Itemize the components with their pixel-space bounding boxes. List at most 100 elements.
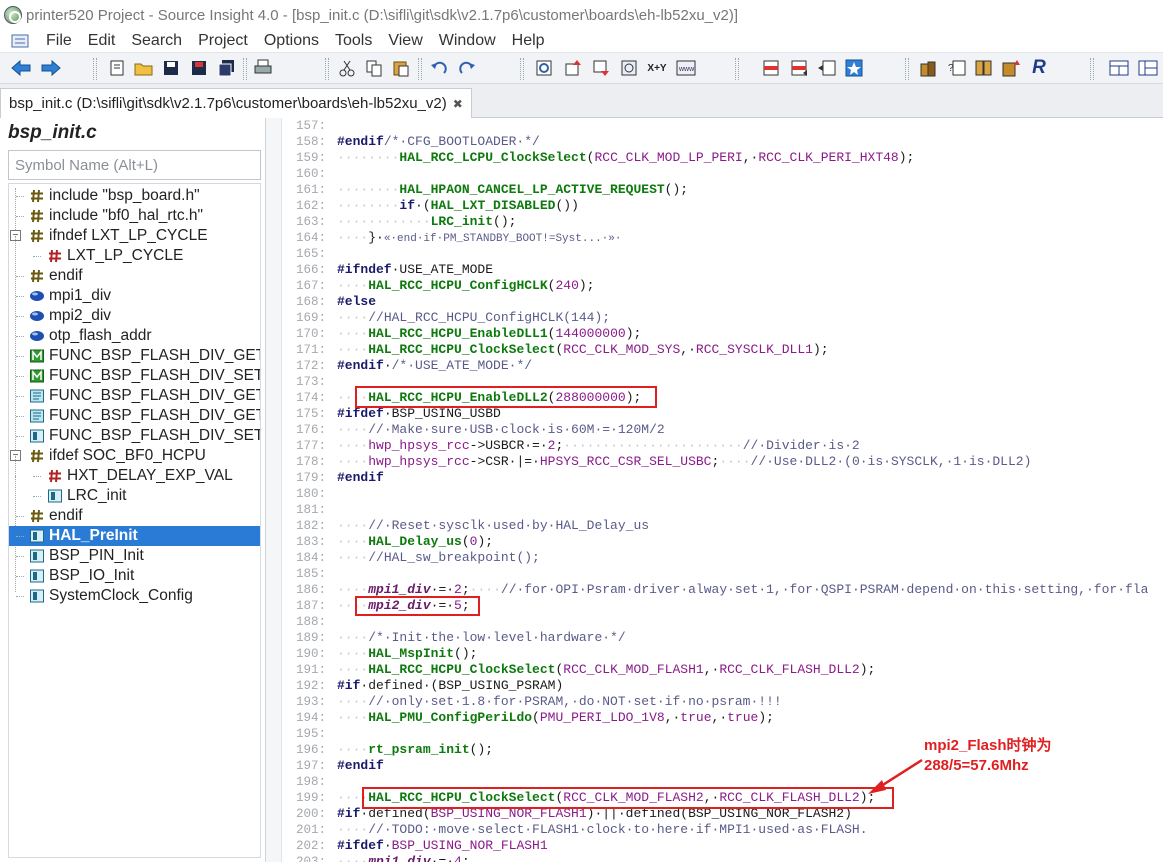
search-files-icon[interactable] (533, 57, 555, 79)
bookmark-next-icon[interactable] (788, 57, 810, 79)
copy-icon[interactable] (363, 57, 385, 79)
menu-edit[interactable]: Edit (80, 32, 124, 50)
symbol-item-label: FUNC_BSP_FLASH_DIV_GET (49, 387, 261, 404)
code-line[interactable]: #ifndef·USE_ATE_MODE (337, 262, 493, 278)
symbol-item[interactable]: − ifndef LXT_LP_CYCLE (9, 226, 260, 246)
cut-icon[interactable] (336, 57, 358, 79)
code-line[interactable]: ····HAL_RCC_HCPU_ClockSelect(RCC_CLK_MOD… (337, 342, 829, 358)
code-line[interactable]: ········if·(HAL_LXT_DISABLED()) (337, 198, 579, 214)
line-number: 178: (295, 455, 326, 469)
print-icon[interactable] (252, 57, 274, 79)
symbol-item[interactable]: otp_flash_addr (9, 326, 260, 346)
code-line[interactable]: ····hwp_hpsys_rcc->USBCR·=·2;···········… (337, 438, 860, 454)
code-line[interactable]: #endif (337, 758, 384, 774)
code-line[interactable]: ····/*·Init·the·low·level·hardware·*/ (337, 630, 626, 646)
relation-icon[interactable] (1000, 57, 1022, 79)
tab-bsp-init-c[interactable]: bsp_init.c (D:\sifli\git\sdk\v2.1.7p6\cu… (0, 88, 472, 118)
code-line[interactable]: ····//·only·set·1.8·for·PSRAM,·do·NOT·se… (337, 694, 782, 710)
lookup-icon[interactable] (618, 57, 640, 79)
symbol-search-input[interactable] (8, 150, 261, 180)
symbol-item[interactable]: HXT_DELAY_EXP_VAL (9, 456, 260, 486)
code-line[interactable]: ····//HAL_RCC_HCPU_ConfigHCLK(144); (337, 310, 610, 326)
symbol-item[interactable]: FUNC_BSP_FLASH_DIV_SET (9, 366, 260, 386)
code-line[interactable]: #endif·/*·USE_ATE_MODE·*/ (337, 358, 532, 374)
code-line[interactable]: ····//·Make·sure·USB·clock·is·60M·=·120M… (337, 422, 665, 438)
symbol-item[interactable]: BSP_IO_Init (9, 566, 260, 586)
star-icon[interactable] (843, 57, 865, 79)
code-line[interactable]: ············LRC_init(); (337, 214, 516, 230)
indent-icon[interactable] (816, 57, 838, 79)
project-icon[interactable] (918, 57, 940, 79)
menu-window[interactable]: Window (431, 32, 504, 50)
code-line[interactable]: ····HAL_Delay_us(0); (337, 534, 493, 550)
symbol-browser-icon[interactable] (973, 57, 995, 79)
back-arrow-icon[interactable] (10, 57, 32, 79)
save-all-icon[interactable] (216, 57, 238, 79)
symbol-item[interactable]: FUNC_BSP_FLASH_DIV_GET (9, 406, 260, 426)
paste-icon[interactable] (390, 57, 412, 79)
symbol-item[interactable]: include "bf0_hal_rtc.h" (9, 206, 260, 226)
code-line[interactable]: ····mpi1_div·=·4; (337, 854, 470, 862)
menu-file[interactable]: File (38, 32, 80, 50)
symbol-item[interactable]: mpi2_div (9, 306, 260, 326)
symbol-item[interactable]: HAL_PreInit (9, 526, 260, 546)
symbol-item[interactable]: FUNC_BSP_FLASH_DIV_GET (9, 346, 260, 366)
symbol-item[interactable]: endif (9, 506, 260, 526)
code-line[interactable]: ····//·TODO:·move·select·FLASH1·clock·to… (337, 822, 868, 838)
code-line[interactable]: #endif/*·CFG_BOOTLOADER·*/ (337, 134, 540, 150)
symbol-item[interactable]: LRC_init (9, 476, 260, 506)
symbol-item[interactable]: LXT_LP_CYCLE (9, 236, 260, 266)
code-line[interactable]: ····HAL_RCC_HCPU_ConfigHCLK(240); (337, 278, 594, 294)
symbol-item[interactable]: FUNC_BSP_FLASH_DIV_GET (9, 386, 260, 406)
symbol-item[interactable]: − ifdef SOC_BF0_HCPU (9, 446, 260, 466)
code-line[interactable]: ····hwp_hpsys_rcc->CSR·|=·HPSYS_RCC_CSR_… (337, 454, 1031, 470)
symbol-item-label: FUNC_BSP_FLASH_DIV_GET (49, 407, 261, 424)
symbol-item[interactable]: endif (9, 266, 260, 286)
code-line[interactable]: ····//HAL_sw_breakpoint(); (337, 550, 540, 566)
save-icon[interactable] (160, 57, 182, 79)
code-line[interactable]: #ifdef·BSP_USING_USBD (337, 406, 501, 422)
code-line[interactable]: ····HAL_MspInit(); (337, 646, 477, 662)
code-line[interactable]: ········HAL_HPAON_CANCEL_LP_ACTIVE_REQUE… (337, 182, 688, 198)
code-line[interactable]: #endif (337, 470, 384, 486)
code-line[interactable]: ····HAL_RCC_HCPU_EnableDLL1(144000000); (337, 326, 641, 342)
symbol-item[interactable]: SystemClock_Config (9, 586, 260, 606)
symbol-item[interactable]: mpi1_div (9, 286, 260, 306)
panel-layout-icon[interactable] (1137, 57, 1159, 79)
code-line[interactable]: ····HAL_PMU_ConfigPeriLdo(PMU_PERI_LDO_1… (337, 710, 774, 726)
open-folder-icon[interactable] (133, 57, 155, 79)
menu-search[interactable]: Search (123, 32, 190, 50)
code-line[interactable]: ····rt_psram_init(); (337, 742, 493, 758)
bookmark-prev-icon[interactable] (760, 57, 782, 79)
code-line[interactable]: ····}·«·end·if·PM_STANDBY_BOOT!=Syst...·… (337, 230, 621, 247)
context-icon[interactable]: ? (946, 57, 968, 79)
code-line[interactable]: ····//·Reset·sysclk·used·by·HAL_Delay_us (337, 518, 649, 534)
undo-icon[interactable] (428, 57, 450, 79)
code-line[interactable]: #else (337, 294, 376, 310)
jump-down-icon[interactable] (590, 57, 612, 79)
symbol-item[interactable]: BSP_PIN_Init (9, 546, 260, 566)
new-file-icon[interactable] (106, 57, 128, 79)
symbol-item[interactable]: include "bsp_board.h" (9, 186, 260, 206)
r-icon[interactable]: R (1028, 57, 1050, 79)
menu-help[interactable]: Help (504, 32, 553, 50)
xy-icon[interactable]: X+Y (646, 57, 668, 79)
close-icon[interactable]: ✖ (453, 97, 463, 111)
jump-up-icon[interactable] (562, 57, 584, 79)
menu-options[interactable]: Options (256, 32, 327, 50)
code-line[interactable]: ····HAL_RCC_HCPU_ClockSelect(RCC_CLK_MOD… (337, 662, 875, 678)
menu-project[interactable]: Project (190, 32, 256, 50)
save-as-icon[interactable] (188, 57, 210, 79)
symbol-item[interactable]: FUNC_BSP_FLASH_DIV_SET (9, 426, 260, 446)
document-menu-icon[interactable] (10, 33, 30, 49)
menu-view[interactable]: View (380, 32, 430, 50)
code-line[interactable]: #ifdef·BSP_USING_NOR_FLASH1 (337, 838, 548, 854)
code-line[interactable]: ········HAL_RCC_LCPU_ClockSelect(RCC_CLK… (337, 150, 914, 166)
forward-arrow-icon[interactable] (40, 57, 62, 79)
code-editor[interactable]: 157: 158: #endif/*·CFG_BOOTLOADER·*/ 159: ··… (282, 118, 1163, 862)
menu-tools[interactable]: Tools (327, 32, 380, 50)
layout-icon[interactable] (1108, 57, 1130, 79)
code-line[interactable]: #if·defined·(BSP_USING_PSRAM) (337, 678, 563, 694)
www-icon[interactable]: www (675, 57, 697, 79)
redo-icon[interactable] (456, 57, 478, 79)
